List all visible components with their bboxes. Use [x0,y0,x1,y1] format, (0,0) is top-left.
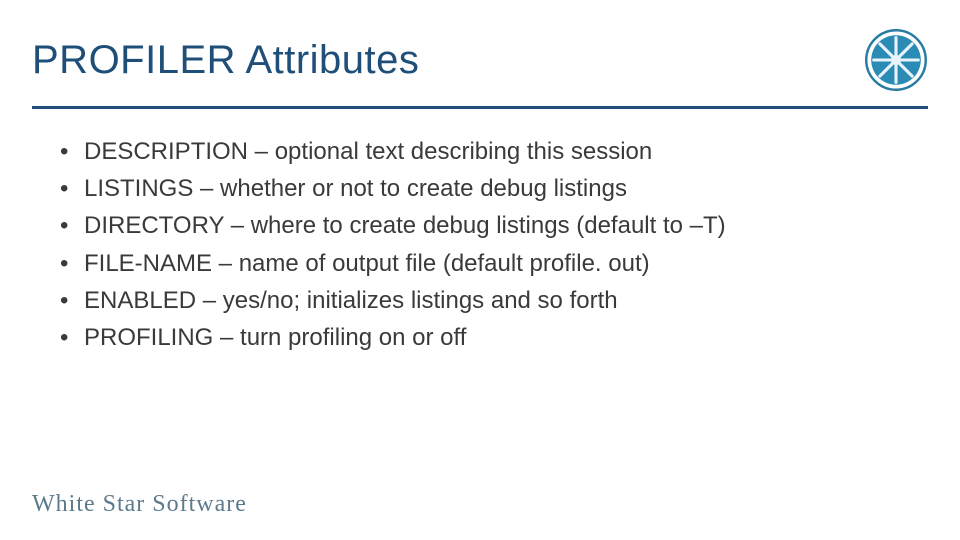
bullet-text: FILE-NAME – name of output file (default… [84,245,650,282]
company-logo [864,28,928,92]
bullet-icon: • [60,245,84,282]
bullet-icon: • [60,170,84,207]
bullet-icon: • [60,207,84,244]
bullet-list: • DESCRIPTION – optional text describing… [60,133,900,356]
bullet-icon: • [60,133,84,170]
bullet-text: DESCRIPTION – optional text describing t… [84,133,652,170]
list-item: • LISTINGS – whether or not to create de… [60,170,900,207]
star-logo-icon [865,29,927,91]
list-item: • DESCRIPTION – optional text describing… [60,133,900,170]
bullet-text: DIRECTORY – where to create debug listin… [84,207,726,244]
slide: PROFILER Attributes • DESCRIPTION – opti… [0,0,960,540]
slide-title: PROFILER Attributes [32,38,419,83]
bullet-icon: • [60,319,84,356]
list-item: • FILE-NAME – name of output file (defau… [60,245,900,282]
slide-body: • DESCRIPTION – optional text describing… [0,109,960,356]
list-item: • DIRECTORY – where to create debug list… [60,207,900,244]
bullet-text: ENABLED – yes/no; initializes listings a… [84,282,618,319]
list-item: • ENABLED – yes/no; initializes listings… [60,282,900,319]
bullet-text: LISTINGS – whether or not to create debu… [84,170,627,207]
bullet-text: PROFILING – turn profiling on or off [84,319,466,356]
title-row: PROFILER Attributes [0,0,960,92]
footer-company-name: White Star Software [32,491,247,518]
list-item: • PROFILING – turn profiling on or off [60,319,900,356]
bullet-icon: • [60,282,84,319]
